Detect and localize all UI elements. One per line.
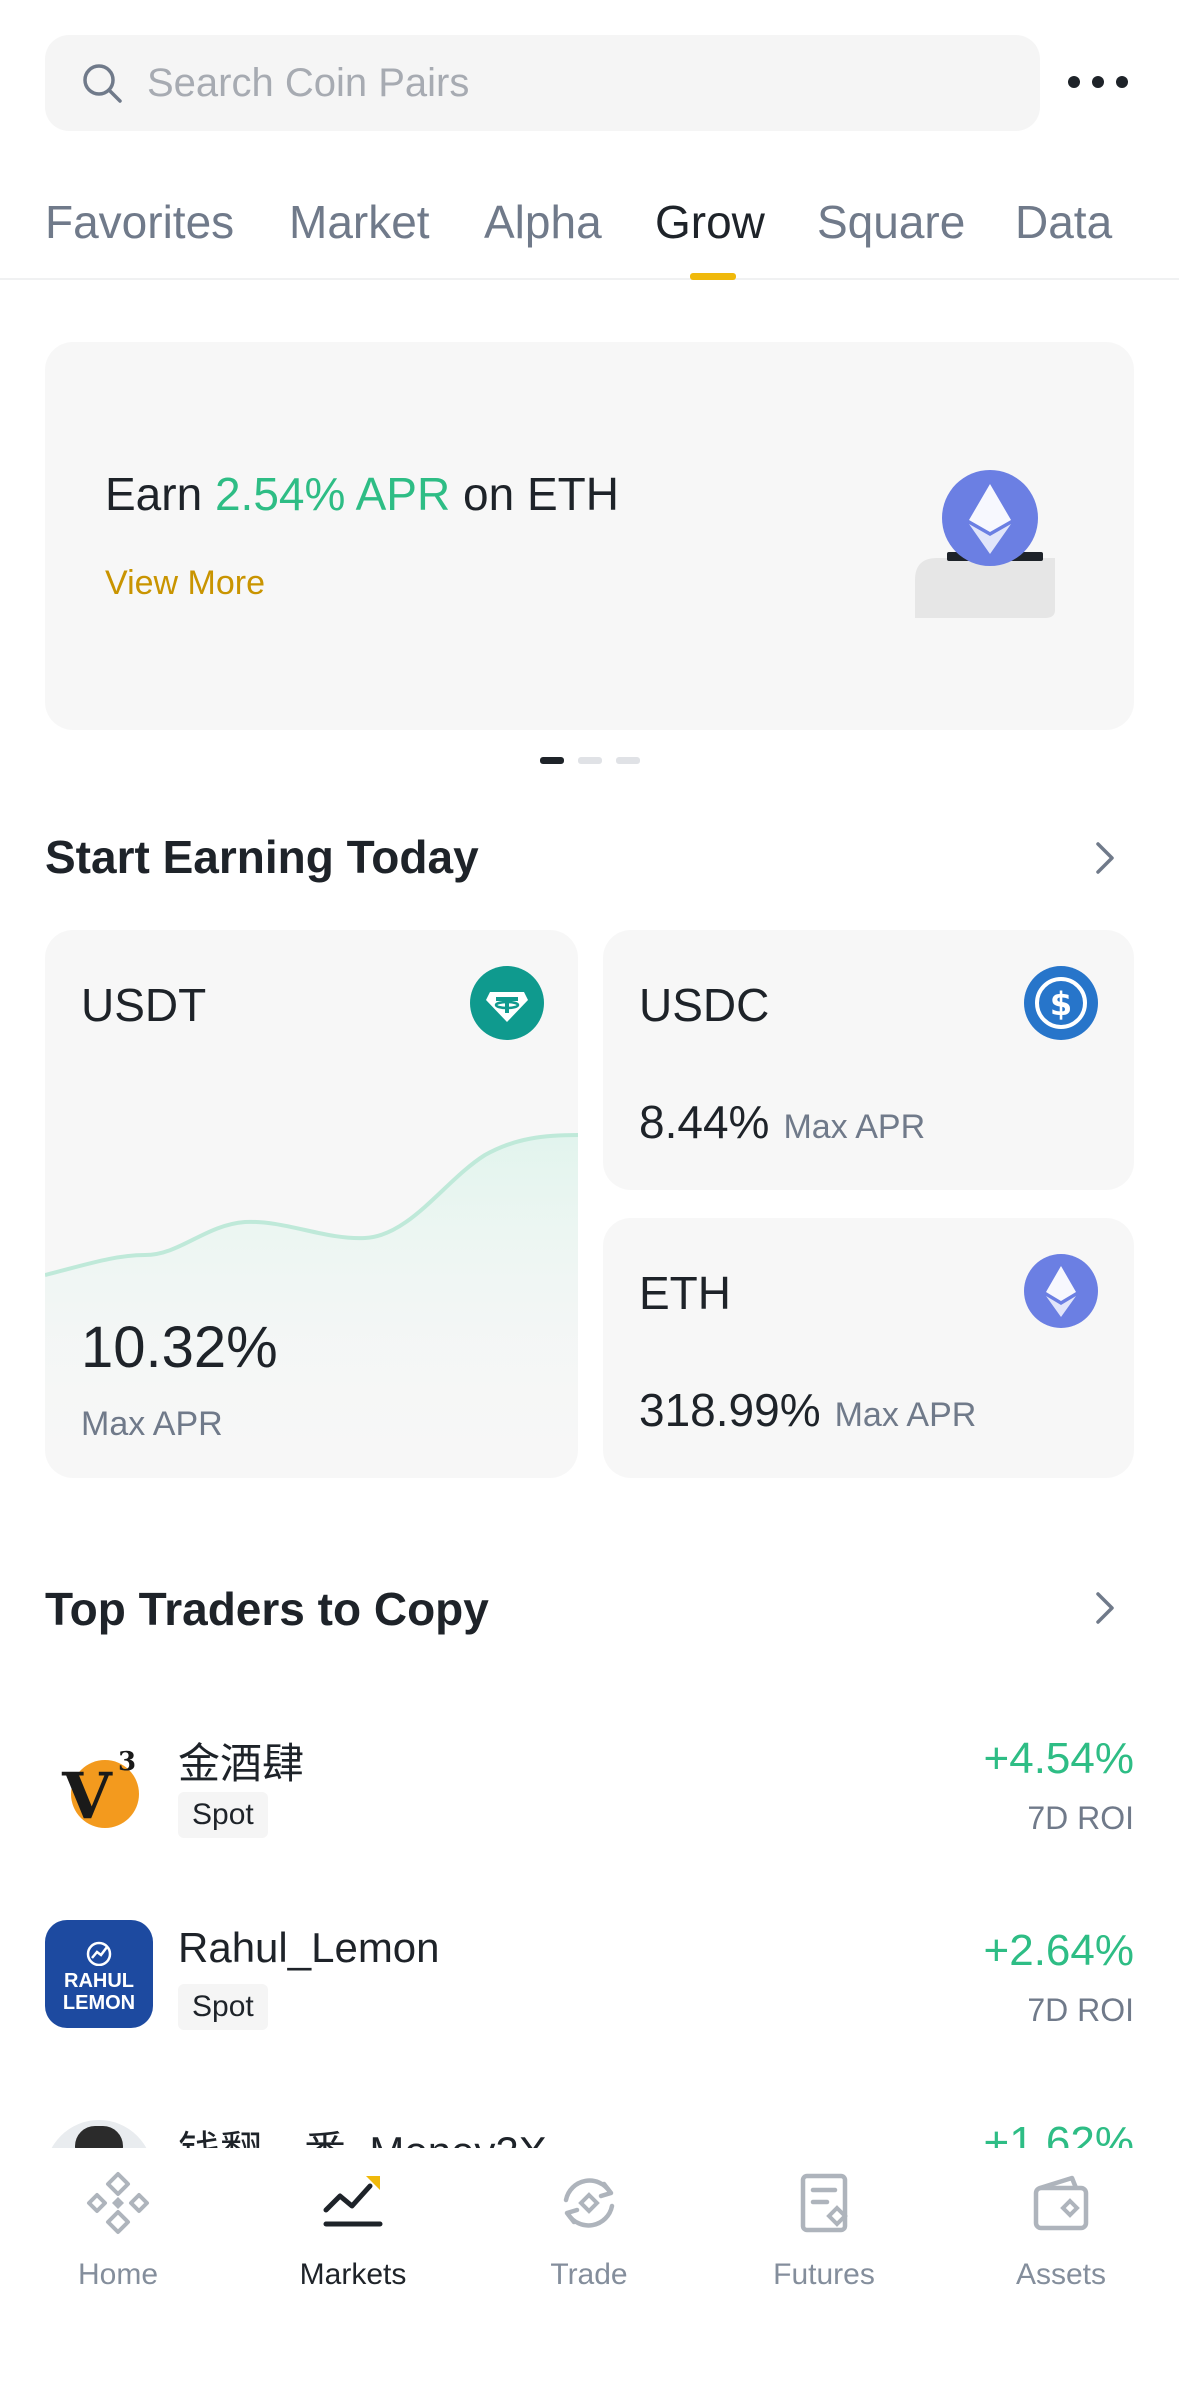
tab-grow[interactable]: Grow	[655, 195, 765, 249]
search-placeholder: Search Coin Pairs	[147, 60, 470, 105]
trader-name: 钱翻一番_Money2X	[178, 2118, 547, 2148]
tab-favorites[interactable]: Favorites	[45, 195, 234, 249]
top-traders-title: Top Traders to Copy	[45, 1583, 489, 1635]
trader-name: Rahul_Lemon	[178, 1924, 440, 1971]
avatar: RAHUL LEMON	[45, 1920, 153, 2028]
ethereum-deposit-illustration	[915, 470, 1055, 618]
trader-row[interactable]: RAHUL LEMON Rahul_Lemon Spot +2.64% 7D R…	[0, 1902, 1179, 2082]
chevron-right-icon[interactable]	[1090, 838, 1120, 878]
ethereum-icon	[1024, 1254, 1098, 1328]
tab-alpha[interactable]: Alpha	[484, 195, 602, 249]
trader-roi: +4.54%	[983, 1734, 1134, 1783]
avatar	[45, 2120, 153, 2148]
search-icon	[83, 64, 122, 103]
earn-card-usdt[interactable]: USDT 10.32% Max APR	[45, 930, 578, 1478]
trader-roi: +1.62%	[983, 2118, 1134, 2148]
trader-roi: +2.64%	[983, 1926, 1134, 1975]
tab-data[interactable]: Data	[1015, 195, 1112, 249]
apr-label: Max APR	[81, 1405, 223, 1443]
trader-row[interactable]: 钱翻一番_Money2X +1.62%	[0, 2100, 1179, 2148]
promo-banner[interactable]: Earn 2.54% APR on ETH View More	[45, 342, 1134, 730]
active-tab-indicator	[690, 273, 736, 280]
trader-type-badge: Spot	[178, 1984, 268, 2030]
trader-roi-label: 7D ROI	[1027, 1992, 1134, 2028]
banner-title: Earn 2.54% APR on ETH	[105, 468, 619, 520]
nav-markets[interactable]: Markets	[253, 2168, 453, 2292]
coin-name: ETH	[639, 1267, 731, 1319]
nav-futures[interactable]: Futures	[724, 2168, 924, 2292]
apr-label: Max APR	[783, 1108, 926, 1146]
trader-roi-label: 7D ROI	[1027, 1800, 1134, 1836]
nav-label: Markets	[299, 2258, 407, 2291]
bottom-navigation: Home Markets Trade Futures Assets	[0, 2148, 1179, 2396]
earn-card-eth[interactable]: ETH 318.99% Max APR	[603, 1218, 1134, 1478]
markets-chart-icon	[323, 2176, 383, 2227]
tab-square[interactable]: Square	[817, 195, 965, 249]
svg-text:3: 3	[118, 1747, 136, 1777]
apr-row: 8.44% Max APR	[639, 1095, 925, 1149]
nav-home[interactable]: Home	[18, 2168, 218, 2292]
futures-document-icon	[800, 2173, 848, 2233]
wallet-icon	[1033, 2175, 1089, 2231]
nav-label: Futures	[773, 2258, 875, 2291]
category-tabs: Favorites Market Alpha Grow Square Data	[0, 180, 1179, 280]
chart-logo-icon	[86, 1941, 112, 1966]
nav-label: Assets	[1015, 2258, 1107, 2291]
trader-row[interactable]: V 3 金酒肆 Spot +4.54% 7D ROI	[0, 1700, 1179, 1880]
nav-label: Trade	[550, 2258, 628, 2291]
binance-logo-icon	[87, 2172, 149, 2234]
page-dot-1[interactable]	[540, 757, 564, 764]
avatar-text: RAHUL LEMON	[62, 1970, 136, 2014]
trader-type-badge: Spot	[178, 1792, 268, 1838]
trader-name: 金酒肆	[178, 1740, 305, 1787]
nav-label: Home	[77, 2258, 159, 2291]
banner-apr-highlight: 2.54% APR	[214, 468, 451, 520]
more-options-icon[interactable]	[1068, 60, 1128, 104]
coin-name: USDT	[81, 979, 207, 1031]
apr-label: Max APR	[834, 1396, 977, 1434]
svg-text:$: $	[1050, 985, 1072, 1023]
trade-swap-icon	[563, 2178, 615, 2228]
coin-name: USDC	[639, 979, 770, 1031]
page-dot-3[interactable]	[616, 757, 640, 764]
start-earning-title: Start Earning Today	[45, 831, 479, 883]
avatar: V 3	[45, 1736, 153, 1844]
usdc-icon: $	[1024, 966, 1098, 1040]
apr-row: 318.99% Max APR	[639, 1383, 976, 1437]
apr-value: 318.99%	[639, 1384, 821, 1436]
apr-value: 8.44%	[639, 1096, 770, 1148]
tab-market[interactable]: Market	[289, 195, 430, 249]
tether-icon	[470, 966, 544, 1040]
apr-value: 10.32%	[81, 1315, 278, 1380]
page-dot-2[interactable]	[578, 757, 602, 764]
search-input[interactable]: Search Coin Pairs	[45, 35, 1040, 131]
chevron-right-icon[interactable]	[1090, 1588, 1120, 1628]
nav-trade[interactable]: Trade	[489, 2168, 689, 2292]
banner-pagination	[540, 757, 640, 764]
earn-card-usdc[interactable]: USDC $ 8.44% Max APR	[603, 930, 1134, 1190]
view-more-link[interactable]: View More	[105, 564, 265, 603]
nav-assets[interactable]: Assets	[961, 2168, 1161, 2292]
top-bar: Search Coin Pairs	[0, 0, 1179, 150]
svg-text:V: V	[61, 1759, 113, 1834]
